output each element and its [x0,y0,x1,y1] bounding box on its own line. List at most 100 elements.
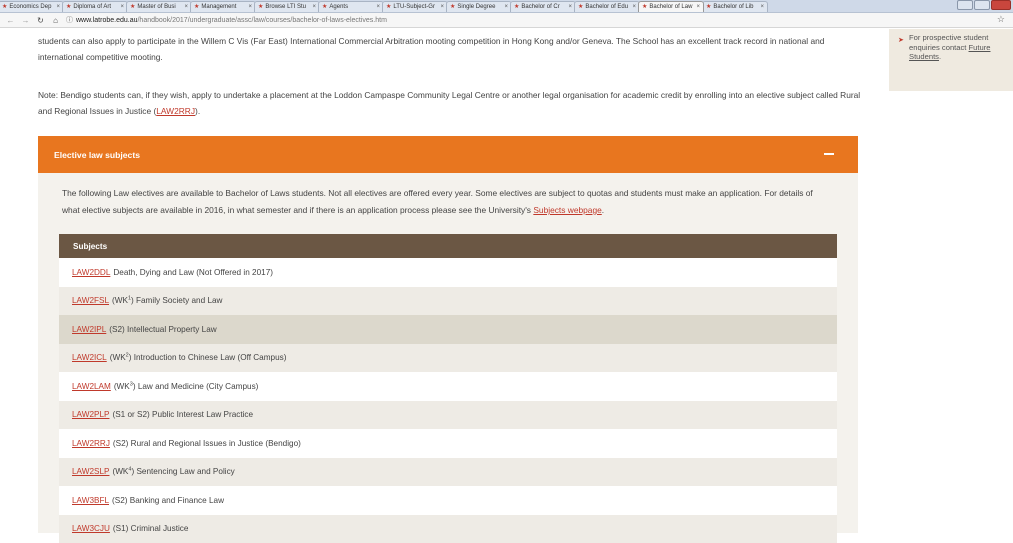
table-row: LAW2LAM(WK3) Law and Medicine (City Camp… [59,372,837,401]
table-row: LAW2DDLDeath, Dying and Law (Not Offered… [59,258,837,287]
tab-close-icon[interactable]: × [312,2,316,13]
subject-code-link[interactable]: LAW2LAM [72,382,111,391]
tab-close-icon[interactable]: × [568,2,572,13]
browser-tab[interactable]: ★LTU-Subject-Gr× [382,1,448,12]
tab-close-icon[interactable]: × [376,2,380,13]
subject-code-link[interactable]: LAW3CJU [72,524,110,533]
browser-tab[interactable]: ★Bachelor of Cr× [510,1,576,12]
sidebar-contact-box: ➤ For prospective student enquiries cont… [889,29,1013,91]
subject-code-link[interactable]: LAW2IPL [72,325,106,334]
subject-title: (S2) Banking and Finance Law [112,496,224,505]
subject-prefix: (WK [114,382,130,391]
bookmark-star-icon[interactable]: ☆ [997,14,1005,25]
subject-code-link[interactable]: LAW3BFL [72,496,109,505]
subject-description: (S2) Rural and Regional Issues in Justic… [113,439,301,448]
law2rrj-link[interactable]: LAW2RRJ [156,106,195,116]
subject-code-link[interactable]: LAW2ICL [72,353,107,362]
tab-favicon-icon: ★ [66,2,71,13]
subject-description: (S2) Intellectual Property Law [109,325,216,334]
tab-close-icon[interactable]: × [248,2,252,13]
browser-tab[interactable]: ★Bachelor of Edu× [574,1,640,12]
elective-subjects-accordion-header[interactable]: Elective law subjects [38,136,858,173]
subject-title: ) Law and Medicine (City Campus) [133,382,259,391]
tab-label: Agents [329,2,374,13]
tab-label: Management [201,2,246,13]
tab-close-icon[interactable]: × [760,2,764,13]
note-text-end: ). [195,106,200,116]
tab-favicon-icon: ★ [514,2,519,13]
bendigo-note-paragraph: Note: Bendigo students can, if they wish… [38,88,868,120]
subject-code-link[interactable]: LAW2RRJ [72,439,110,448]
tab-close-icon[interactable]: × [184,2,188,13]
tab-favicon-icon: ★ [642,2,647,13]
subject-prefix: (WK [110,353,126,362]
browser-tab[interactable]: ★Master of Busi× [126,1,192,12]
browser-tab[interactable]: ★Agents× [318,1,384,12]
collapse-minus-icon[interactable] [824,153,834,155]
browser-tab[interactable]: ★Browse LTI Stu× [254,1,320,12]
maximize-button[interactable] [974,0,990,10]
reload-icon[interactable]: ↻ [36,16,45,25]
browser-tab[interactable]: ★Bachelor of Law× [638,1,704,12]
browser-tab[interactable]: ★Diploma of Art× [62,1,128,12]
tab-favicon-icon: ★ [194,2,199,13]
tab-close-icon[interactable]: × [504,2,508,13]
close-window-button[interactable] [991,0,1011,10]
accordion-title: Elective law subjects [54,150,140,160]
subject-title: ) Sentencing Law and Policy [131,467,234,476]
browser-tab[interactable]: ★Economics Dep× [0,1,64,12]
tab-label: Browse LTI Stu [265,2,310,13]
url-host: www.latrobe.edu.au [76,17,137,24]
tab-label: Bachelor of Law [649,2,694,13]
subject-code-link[interactable]: LAW2SLP [72,467,109,476]
tab-label: LTU-Subject-Gr [393,2,438,13]
subject-title: ) Introduction to Chinese Law (Off Campu… [129,353,287,362]
subjects-webpage-link[interactable]: Subjects webpage [533,205,601,215]
subjects-table-body: LAW2DDLDeath, Dying and Law (Not Offered… [59,258,837,543]
tab-favicon-icon: ★ [2,2,7,13]
browser-tab[interactable]: ★Bachelor of Lib× [702,1,768,12]
tab-favicon-icon: ★ [450,2,455,13]
info-icon[interactable]: ⓘ [66,15,73,25]
tab-favicon-icon: ★ [386,2,391,13]
browser-tab[interactable]: ★Single Degree× [446,1,512,12]
tab-close-icon[interactable]: × [696,2,700,13]
table-row: LAW2ICL(WK2) Introduction to Chinese Law… [59,344,837,373]
subjects-table-header: Subjects [59,234,837,258]
sidebar-contact-text: For prospective student enquiries contac… [909,33,1004,62]
table-row: LAW2FSL(WK1) Family Society and Law [59,287,837,316]
tab-close-icon[interactable]: × [56,2,60,13]
electives-intro-text: The following Law electives are availabl… [62,185,832,219]
chevron-right-icon: ➤ [898,36,904,44]
table-row: LAW3CJU(S1) Criminal Justice [59,515,837,543]
tab-close-icon[interactable]: × [120,2,124,13]
tab-label: Single Degree [457,2,502,13]
subject-title: Death, Dying and Law (Not Offered in 201… [113,268,273,277]
intro-text: The following Law electives are availabl… [62,188,813,215]
subject-description: (WK3) Law and Medicine (City Campus) [114,382,259,391]
subject-title: (S1) Criminal Justice [113,524,189,533]
tab-label: Bachelor of Cr [521,2,566,13]
back-arrow-icon[interactable]: ← [6,16,15,25]
tab-favicon-icon: ★ [578,2,583,13]
browser-tab-strip: ★Economics Dep×★Diploma of Art×★Master o… [0,0,1013,13]
forward-arrow-icon[interactable]: → [21,16,30,25]
tab-close-icon[interactable]: × [632,2,636,13]
subject-description: Death, Dying and Law (Not Offered in 201… [113,268,273,277]
elective-subjects-panel: The following Law electives are availabl… [38,173,858,533]
tab-close-icon[interactable]: × [440,2,444,13]
table-row: LAW3BFL(S2) Banking and Finance Law [59,486,837,515]
home-icon[interactable]: ⌂ [51,16,60,25]
tab-favicon-icon: ★ [258,2,263,13]
url-field[interactable]: www.latrobe.edu.au/handbook/2017/undergr… [76,17,387,24]
subject-description: (WK4) Sentencing Law and Policy [112,467,234,476]
tab-label: Economics Dep [9,2,54,13]
subject-code-link[interactable]: LAW2PLP [72,410,109,419]
tab-favicon-icon: ★ [706,2,711,13]
subject-code-link[interactable]: LAW2FSL [72,296,109,305]
subject-code-link[interactable]: LAW2DDL [72,268,110,277]
subject-title: (S1 or S2) Public Interest Law Practice [112,410,253,419]
browser-tab[interactable]: ★Management× [190,1,256,12]
minimize-button[interactable] [957,0,973,10]
tab-favicon-icon: ★ [322,2,327,13]
